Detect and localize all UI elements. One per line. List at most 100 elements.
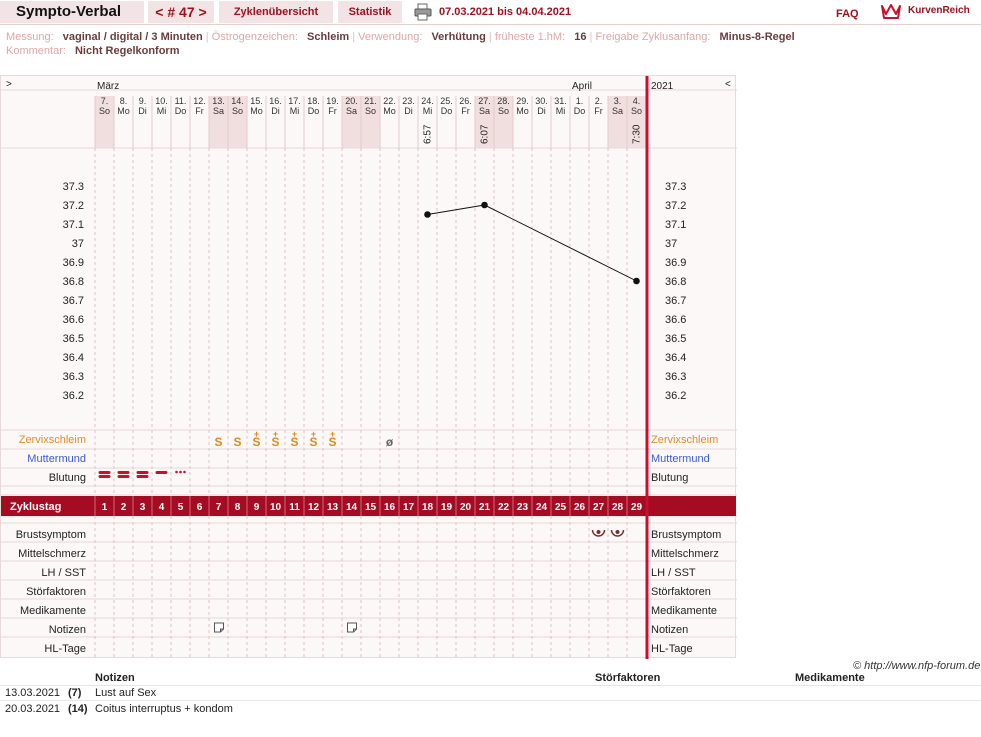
lh-row-label: LH / SST [41,567,86,579]
cycleday-label: Zyklustag [10,501,61,513]
printer-icon[interactable] [414,3,432,21]
cycleday-number: 25 [555,502,567,513]
cycleday-number: 8 [235,502,241,513]
nav-next-arrow[interactable]: < [725,79,731,90]
day-weekday: So [498,106,509,116]
day-date: 3. [614,96,622,106]
day-date: 12. [193,96,206,106]
y-tick-label: 36.5 [63,333,84,345]
y-tick-label-right: 37.2 [665,200,686,212]
day-weekday: Mo [516,106,529,116]
month-label: März [97,81,119,92]
day-weekday: Di [271,106,280,116]
nav-prev-arrow[interactable]: > [6,79,12,90]
y-tick-label-right: 36.5 [665,333,686,345]
cycleday-number: 4 [159,502,165,513]
day-weekday: Mo [250,106,263,116]
tab-zyklenuebersicht[interactable]: Zyklenübersicht [219,1,333,23]
y-tick-label: 36.8 [63,276,84,288]
note-row-text: Coitus interruptus + kondom [95,703,233,715]
cervix-plus: + [292,429,297,439]
cervix-symbol: S [233,435,241,449]
day-date: 31. [554,96,567,106]
cervix-plus: + [311,429,316,439]
day-weekday: Fr [594,106,603,116]
y-tick-label-right: 36.3 [665,371,686,383]
bleeding-heavy-mark [117,471,130,474]
year-label: 2021 [651,81,674,92]
cycleday-number: 10 [270,502,282,513]
y-tick-label: 37.1 [63,219,84,231]
bleeding-heavy-mark [98,475,111,478]
day-date: 10. [155,96,168,106]
release-value: Minus-8-Regel [719,31,795,43]
note-icon [214,622,224,633]
cycleday-number: 29 [631,502,643,513]
day-weekday: Sa [346,106,357,116]
y-tick-label: 36.9 [63,257,84,269]
day-weekday: Mo [117,106,130,116]
month-label: April [572,81,592,92]
day-weekday: Di [404,106,413,116]
cycle-navigation[interactable]: < # 47 > [148,1,214,23]
brand-name[interactable]: KurvenReich [908,5,970,16]
cycleday-number: 1 [102,502,108,513]
day-weekday: Fr [461,106,470,116]
lh-row-label-right: LH / SST [651,567,696,579]
note-row-cycleday: (7) [68,687,82,699]
comment-label: Kommentar: [6,45,66,57]
date-range: 07.03.2021 bis 04.04.2021 [439,6,572,18]
temperature-point [633,277,640,285]
cycleday-number: 16 [384,502,396,513]
measure-label: Messung: [6,31,54,43]
day-date: 7. [101,96,109,106]
cycleday-number: 2 [121,502,127,513]
medikamente-column-header: Medikamente [795,672,865,684]
day-weekday: Mi [556,106,566,116]
day-weekday: So [631,106,642,116]
tab-statistik[interactable]: Statistik [338,1,402,23]
y-tick-label: 36.4 [63,352,84,364]
estrogen-label: Östrogenzeichen: [211,31,298,43]
crown-logo-icon [881,4,901,19]
hl-tage-row-label: HL-Tage [44,643,86,655]
day-weekday: So [232,106,243,116]
earliest-value: 16 [574,31,587,43]
cycleday-number: 9 [254,502,260,513]
cycle-chart: > < März April 2021 7. So 8. Mo 9. Di 10. Mi 11. Do 12.… [0,75,737,659]
day-weekday: Mo [383,106,396,116]
cycleday-number: 24 [536,502,548,513]
day-date: 23. [402,96,415,106]
cycleday-number: 3 [140,502,146,513]
day-date: 4. [633,96,641,106]
day-weekday: Sa [213,106,224,116]
faq-link[interactable]: FAQ [836,8,859,20]
day-date: 26. [459,96,472,106]
medikamente-row-label: Medikamente [20,605,86,617]
day-weekday: Fr [195,106,204,116]
bleeding-row-label: Blutung [49,472,86,484]
day-date: 19. [326,96,339,106]
bleeding-heavy-mark [136,471,149,474]
day-date: 8. [120,96,128,106]
y-tick-label-right: 36.6 [665,314,686,326]
y-tick-label: 37.3 [63,181,84,193]
info-line-2: Kommentar: Nicht Regelkonform [6,45,180,57]
y-tick-label-right: 36.8 [665,276,686,288]
cycleday-number: 23 [517,502,529,513]
day-date: 29. [516,96,529,106]
y-tick-label: 36.6 [63,314,84,326]
bleeding-heavy-mark [136,475,149,478]
cycleday-number: 27 [593,502,605,513]
top-bar: Sympto-Verbal < # 47 > Zyklenübersicht S… [0,0,981,25]
cycleday-number: 14 [346,502,358,513]
day-weekday: So [99,106,110,116]
y-tick-label: 37.2 [63,200,84,212]
measure-time: 6:07 [480,124,491,144]
bleeding-heavy-mark [117,475,130,478]
breast-symptom-icon-dot [615,530,620,534]
day-weekday: Do [175,106,187,116]
day-date: 9. [139,96,147,106]
notizen-row-label: Notizen [49,624,86,636]
day-weekday: Do [574,106,586,116]
